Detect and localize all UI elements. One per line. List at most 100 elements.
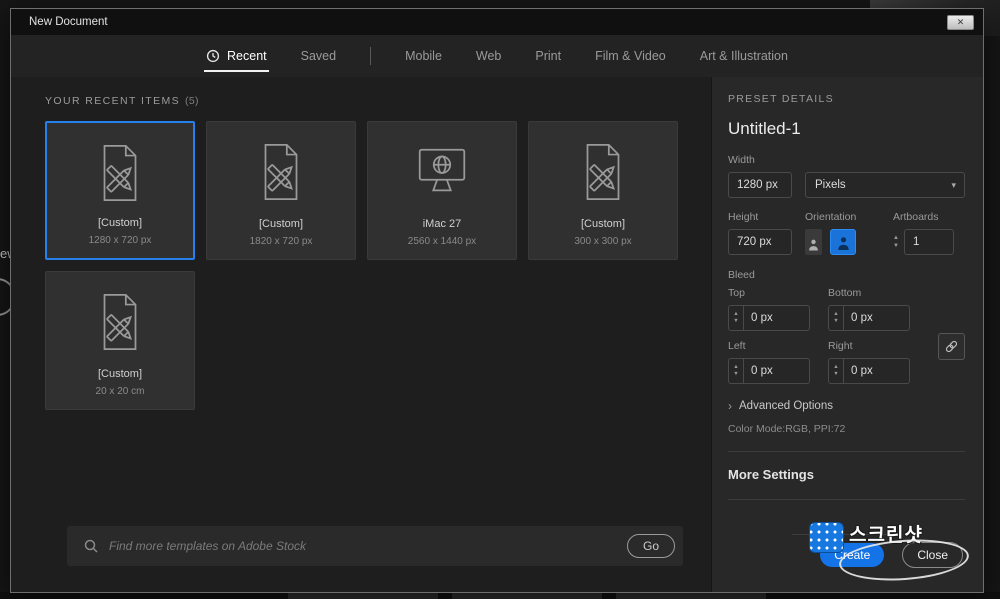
template-name: iMac 27 [422, 218, 462, 230]
bleed-bottom-label: Bottom [828, 287, 862, 299]
bleed-top-value: 0 px [751, 312, 773, 324]
bleed-right-input[interactable]: ▲ ▼ 0 px [828, 358, 910, 384]
orientation-landscape-button[interactable] [830, 229, 856, 255]
document-icon [103, 145, 137, 201]
bleed-right-stepper[interactable]: ▲ ▼ [829, 359, 844, 383]
tab-film-video[interactable]: Film & Video [595, 35, 666, 77]
template-dimensions: 300 x 300 px [574, 236, 632, 247]
units-value: Pixels [815, 179, 846, 191]
arrow-up-icon: ▲ [833, 363, 839, 370]
bleed-right-label: Right [828, 340, 853, 352]
close-button[interactable]: Close [902, 542, 963, 568]
arrow-up-icon: ▲ [893, 235, 899, 241]
bleed-top-stepper[interactable]: ▲ ▼ [729, 306, 744, 330]
background-bottom-strip [0, 592, 1000, 599]
bleed-top-input[interactable]: ▲ ▼ 0 px [728, 305, 810, 331]
template-grid: [Custom] 1280 x 720 px [Custom] 1820 x 7… [45, 121, 683, 410]
tab-saved[interactable]: Saved [301, 35, 336, 77]
template-dimensions: 1820 x 720 px [249, 236, 313, 247]
arrow-down-icon: ▼ [833, 371, 839, 377]
document-name-field[interactable]: Untitled-1 [728, 119, 965, 139]
tab-mobile[interactable]: Mobile [405, 35, 442, 77]
document-icon [103, 294, 137, 350]
height-input[interactable] [728, 229, 792, 255]
template-dimensions: 2560 x 1440 px [407, 236, 477, 247]
search-input[interactable] [109, 539, 627, 553]
bleed-bottom-value: 0 px [851, 312, 873, 324]
artboards-input[interactable] [903, 229, 954, 255]
bleed-section: Top ▲ ▼ 0 px Bottom ▲ ▼ 0 px Left ▲ ▼ 0 … [728, 287, 965, 384]
bleed-top-label: Top [728, 287, 745, 299]
orientation-portrait-button[interactable] [805, 229, 822, 255]
template-card[interactable]: iMac 27 2560 x 1440 px [367, 121, 517, 260]
template-card[interactable]: [Custom] 1820 x 720 px [206, 121, 356, 260]
bleed-left-stepper[interactable]: ▲ ▼ [729, 359, 744, 383]
preset-details-panel: PRESET DETAILS Untitled-1 Width Pixels ▾… [711, 77, 983, 592]
template-card[interactable]: [Custom] 1280 x 720 px [45, 121, 195, 260]
person-landscape-icon [837, 237, 849, 250]
new-document-dialog: New Document ✕ Recent Saved Mobile Web P… [10, 8, 984, 593]
template-dimensions: 20 x 20 cm [95, 386, 145, 397]
person-portrait-icon [809, 239, 818, 251]
create-button[interactable]: Create [820, 543, 885, 567]
preset-details-header: PRESET DETAILS [728, 93, 834, 105]
link-bleed-values-button[interactable] [938, 333, 965, 360]
template-name: [Custom] [580, 218, 625, 230]
document-icon [264, 144, 298, 200]
artboards-stepper[interactable]: ▲ ▼ [893, 235, 899, 249]
height-orientation-artboards-row: Height Orientation Artboards [728, 211, 965, 255]
bleed-left-label: Left [728, 340, 746, 352]
link-icon [945, 340, 958, 353]
tab-web[interactable]: Web [476, 35, 501, 77]
template-name: [Custom] [97, 217, 142, 229]
chevron-down-icon: ▾ [951, 179, 956, 190]
width-input[interactable] [728, 172, 792, 198]
template-name: [Custom] [97, 368, 142, 380]
tab-recent[interactable]: Recent [204, 35, 269, 77]
divider-short [791, 534, 902, 535]
template-name: [Custom] [258, 218, 303, 230]
more-settings-link[interactable]: More Settings [728, 467, 965, 482]
clock-icon [206, 49, 220, 63]
template-dimensions: 1280 x 720 px [88, 235, 152, 246]
divider [728, 499, 965, 500]
close-icon: ✕ [956, 16, 965, 27]
arrow-down-icon: ▼ [733, 318, 739, 324]
arrow-up-icon: ▲ [733, 363, 739, 370]
template-card[interactable]: [Custom] 300 x 300 px [528, 121, 678, 260]
width-row: Pixels ▾ [728, 172, 965, 198]
document-icon [586, 144, 620, 200]
recent-items-panel: YOUR RECENT ITEMS (5) [Custom] 1280 x 720… [11, 77, 711, 592]
template-card[interactable]: [Custom] 20 x 20 cm [45, 271, 195, 410]
orientation-label: Orientation [805, 211, 857, 223]
category-tabbar: Recent Saved Mobile Web Print Film & Vid… [11, 35, 983, 77]
bleed-bottom-stepper[interactable]: ▲ ▼ [829, 306, 844, 330]
recent-items-header: YOUR RECENT ITEMS (5) [45, 95, 199, 107]
tab-art-illustration[interactable]: Art & Illustration [700, 35, 788, 77]
arrow-up-icon: ▲ [833, 310, 839, 317]
dialog-title: New Document [29, 16, 108, 28]
recent-items-count: (5) [185, 95, 199, 107]
width-label: Width [728, 154, 755, 166]
units-dropdown[interactable]: Pixels ▾ [805, 172, 965, 198]
bleed-bottom-input[interactable]: ▲ ▼ 0 px [828, 305, 910, 331]
bleed-left-input[interactable]: ▲ ▼ 0 px [728, 358, 810, 384]
dialog-body: YOUR RECENT ITEMS (5) [Custom] 1280 x 720… [11, 77, 983, 592]
advanced-options-toggle[interactable]: › Advanced Options [728, 400, 965, 412]
height-label: Height [728, 211, 759, 223]
stock-search-bar: Go [67, 526, 683, 566]
tab-print[interactable]: Print [535, 35, 561, 77]
artboards-label: Artboards [893, 211, 939, 223]
display-globe-icon [418, 148, 466, 192]
arrow-down-icon: ▼ [833, 318, 839, 324]
go-button[interactable]: Go [626, 534, 675, 558]
arrow-down-icon: ▼ [733, 371, 739, 377]
bleed-left-value: 0 px [751, 365, 773, 377]
bleed-right-value: 0 px [851, 365, 873, 377]
close-window-button[interactable]: ✕ [947, 14, 974, 30]
search-icon [84, 539, 98, 553]
titlebar: New Document ✕ [11, 9, 983, 35]
arrow-down-icon: ▼ [893, 243, 899, 249]
bleed-label: Bleed [728, 269, 755, 281]
divider [728, 451, 965, 452]
